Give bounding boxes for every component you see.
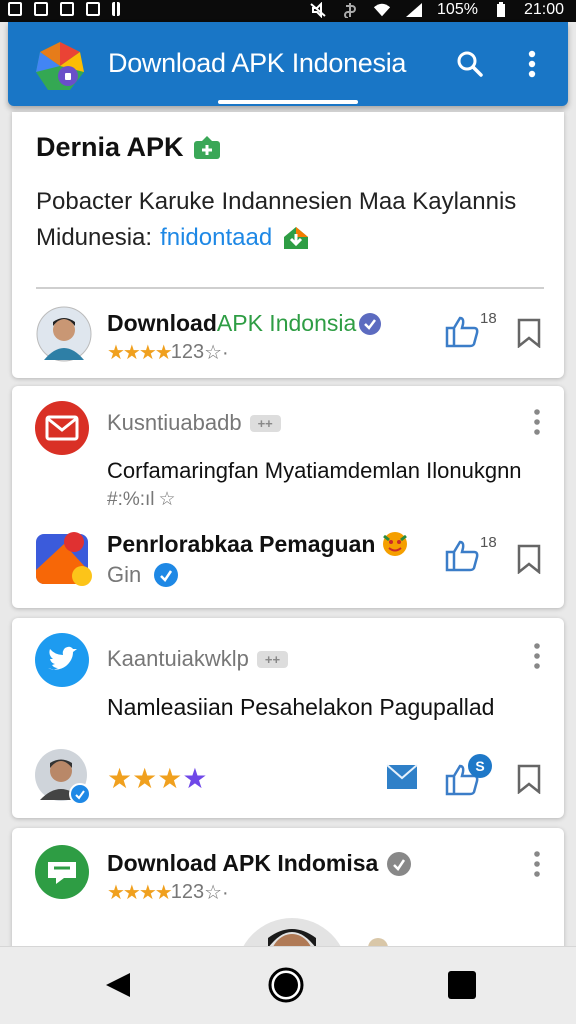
gmail-logo-icon	[35, 401, 89, 455]
tab-indicator	[218, 100, 358, 104]
like-count: 18	[480, 310, 497, 327]
avatar[interactable]	[36, 306, 92, 362]
more-vert-icon	[528, 50, 536, 78]
notification-icons	[8, 2, 120, 16]
rating-stars: ★★★★	[107, 763, 208, 794]
mail-icon[interactable]	[386, 762, 418, 792]
notification-badge: S	[468, 754, 492, 778]
app-title: Download APK Indomisa	[107, 850, 379, 876]
rating-count: 123	[170, 881, 205, 903]
search-icon	[457, 51, 483, 77]
verified-badge-icon	[359, 312, 382, 335]
clock: 21:00	[523, 1, 564, 18]
overflow-menu-button[interactable]	[516, 48, 548, 80]
recents-button[interactable]	[444, 967, 480, 1003]
emoji-icon	[383, 532, 408, 556]
verified-badge-icon	[387, 851, 412, 876]
android-icon	[193, 135, 220, 159]
more-vert-icon[interactable]	[532, 850, 542, 878]
headline[interactable]: Corfamaringfan Myatiamdemlan Ilonukgnn	[107, 458, 522, 484]
featured-heading: Dernia APK	[36, 132, 184, 162]
app-title: Download APK Indonesia	[108, 48, 407, 78]
bookmark-icon[interactable]	[516, 544, 542, 574]
home-button[interactable]	[268, 967, 304, 1003]
avatar[interactable]	[34, 748, 92, 806]
meta-text: #:%:ıl	[107, 488, 155, 510]
headline[interactable]: Namleasiian Pesahelakon Pagupallad	[107, 694, 494, 721]
like-button[interactable]	[444, 538, 480, 572]
verified-badge-icon	[154, 563, 179, 587]
back-button[interactable]	[100, 967, 136, 1003]
app-logo-icon	[36, 42, 84, 90]
notification-icon	[34, 2, 48, 16]
more-vert-icon[interactable]	[532, 642, 542, 670]
notification-icon	[8, 2, 22, 16]
download-house-icon	[284, 227, 309, 249]
bookmark-icon[interactable]	[516, 318, 542, 348]
rating-stars: ★★★★	[107, 882, 173, 904]
rating-count: 123	[170, 341, 205, 363]
system-nav-bar	[0, 946, 576, 1024]
signal-icon	[406, 3, 423, 17]
app-title: Penrlorabkaa Pemaguan	[107, 530, 376, 557]
chat-logo-icon	[35, 845, 89, 899]
featured-body: Pobacter Karuke Indannesien Maa Kaylanni…	[36, 188, 517, 215]
notification-icon	[86, 2, 100, 16]
like-count: 18	[480, 534, 497, 551]
app-name: Download	[107, 310, 217, 336]
search-button[interactable]	[454, 48, 486, 80]
feed-card[interactable]: Kusntiuabadb ++ Corfamaringfan Myatiamde…	[12, 386, 564, 608]
twitter-logo-icon	[35, 633, 89, 687]
notification-icon	[60, 2, 74, 16]
star-outline-icon: ☆	[158, 489, 176, 510]
app-subtitle: Gin	[107, 562, 142, 587]
featured-body: Midunesia:	[36, 224, 153, 251]
source-name: Kusntiuabadb	[107, 410, 242, 435]
star-outline-icon: ☆·	[204, 342, 229, 364]
app-icon[interactable]	[34, 530, 92, 588]
app-bar: Download APK Indonesia	[8, 22, 568, 106]
more-vert-icon[interactable]	[532, 408, 542, 436]
data-icon	[344, 3, 356, 18]
status-bar: 105% 21:00	[0, 0, 576, 22]
app-name: APK Indonsia	[216, 310, 357, 336]
battery-icon	[496, 2, 505, 17]
source-name: Kaantuiakwklp	[107, 646, 249, 671]
battery-text: 105%	[437, 1, 478, 18]
source-badge: ++	[256, 650, 289, 668]
featured-link[interactable]: fnidontaad	[160, 220, 272, 256]
mute-icon	[310, 2, 326, 18]
like-button[interactable]	[444, 314, 480, 348]
featured-card[interactable]: Dernia APK Pobacter Karuke Indannesien M…	[12, 112, 564, 378]
rating-stars: ★★★★	[107, 342, 173, 364]
notification-icon	[112, 2, 120, 16]
feed-card[interactable]: Kaantuiakwklp ++ Namleasiian Pesahelakon…	[12, 618, 564, 818]
bookmark-icon[interactable]	[516, 764, 542, 794]
wifi-icon	[373, 3, 391, 17]
source-badge: ++	[249, 414, 281, 432]
divider	[36, 287, 544, 289]
star-outline-icon: ☆·	[204, 882, 229, 904]
